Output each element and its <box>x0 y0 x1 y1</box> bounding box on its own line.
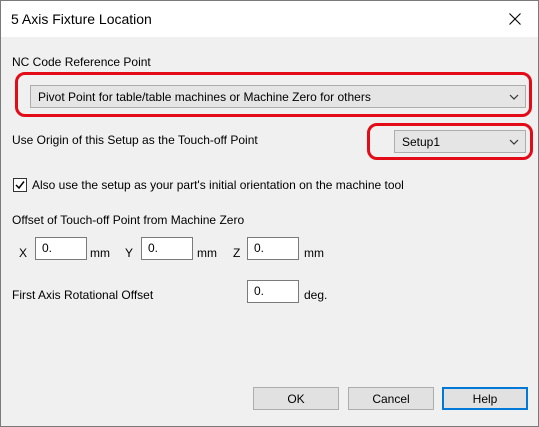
z-offset-value: 0. <box>254 241 265 255</box>
window-title: 5 Axis Fixture Location <box>11 11 152 27</box>
y-offset-input[interactable]: 0. <box>141 237 193 260</box>
title-bar: 5 Axis Fixture Location <box>1 1 538 37</box>
orientation-label: Also use the setup as your part's initia… <box>32 178 404 192</box>
setup-dropdown[interactable]: Setup1 <box>394 130 526 153</box>
y-axis-label: Y <box>125 246 134 260</box>
chevron-down-icon <box>509 139 519 145</box>
nc-reference-dropdown[interactable]: Pivot Point for table/table machines or … <box>30 85 526 108</box>
setup-value: Setup1 <box>402 135 441 149</box>
dialog-window: 5 Axis Fixture Location NC Code Referenc… <box>0 0 539 427</box>
nc-reference-label: NC Code Reference Point <box>12 55 151 69</box>
help-button[interactable]: Help <box>442 387 528 410</box>
y-offset-value: 0. <box>148 241 159 255</box>
z-offset-input[interactable]: 0. <box>247 237 299 260</box>
offset-label: Offset of Touch-off Point from Machine Z… <box>12 213 245 227</box>
x-offset-value: 0. <box>42 241 53 255</box>
close-icon <box>509 13 521 25</box>
rotational-unit-label: deg. <box>304 288 328 302</box>
z-axis-label: Z <box>233 246 241 260</box>
orientation-checkbox[interactable] <box>13 178 27 192</box>
x-unit-label: mm <box>90 246 110 260</box>
y-unit-label: mm <box>197 246 217 260</box>
x-axis-label: X <box>19 246 28 260</box>
cancel-button[interactable]: Cancel <box>348 387 434 410</box>
rotational-value: 0. <box>254 284 265 298</box>
z-unit-label: mm <box>304 246 324 260</box>
nc-reference-value: Pivot Point for table/table machines or … <box>38 90 371 104</box>
chevron-down-icon <box>509 94 519 100</box>
rotational-label: First Axis Rotational Offset <box>12 288 154 302</box>
x-offset-input[interactable]: 0. <box>35 237 87 260</box>
checkmark-icon <box>15 181 25 190</box>
close-button[interactable] <box>492 1 538 37</box>
origin-label: Use Origin of this Setup as the Touch-of… <box>12 133 258 147</box>
ok-button[interactable]: OK <box>253 387 339 410</box>
rotational-input[interactable]: 0. <box>247 280 299 303</box>
